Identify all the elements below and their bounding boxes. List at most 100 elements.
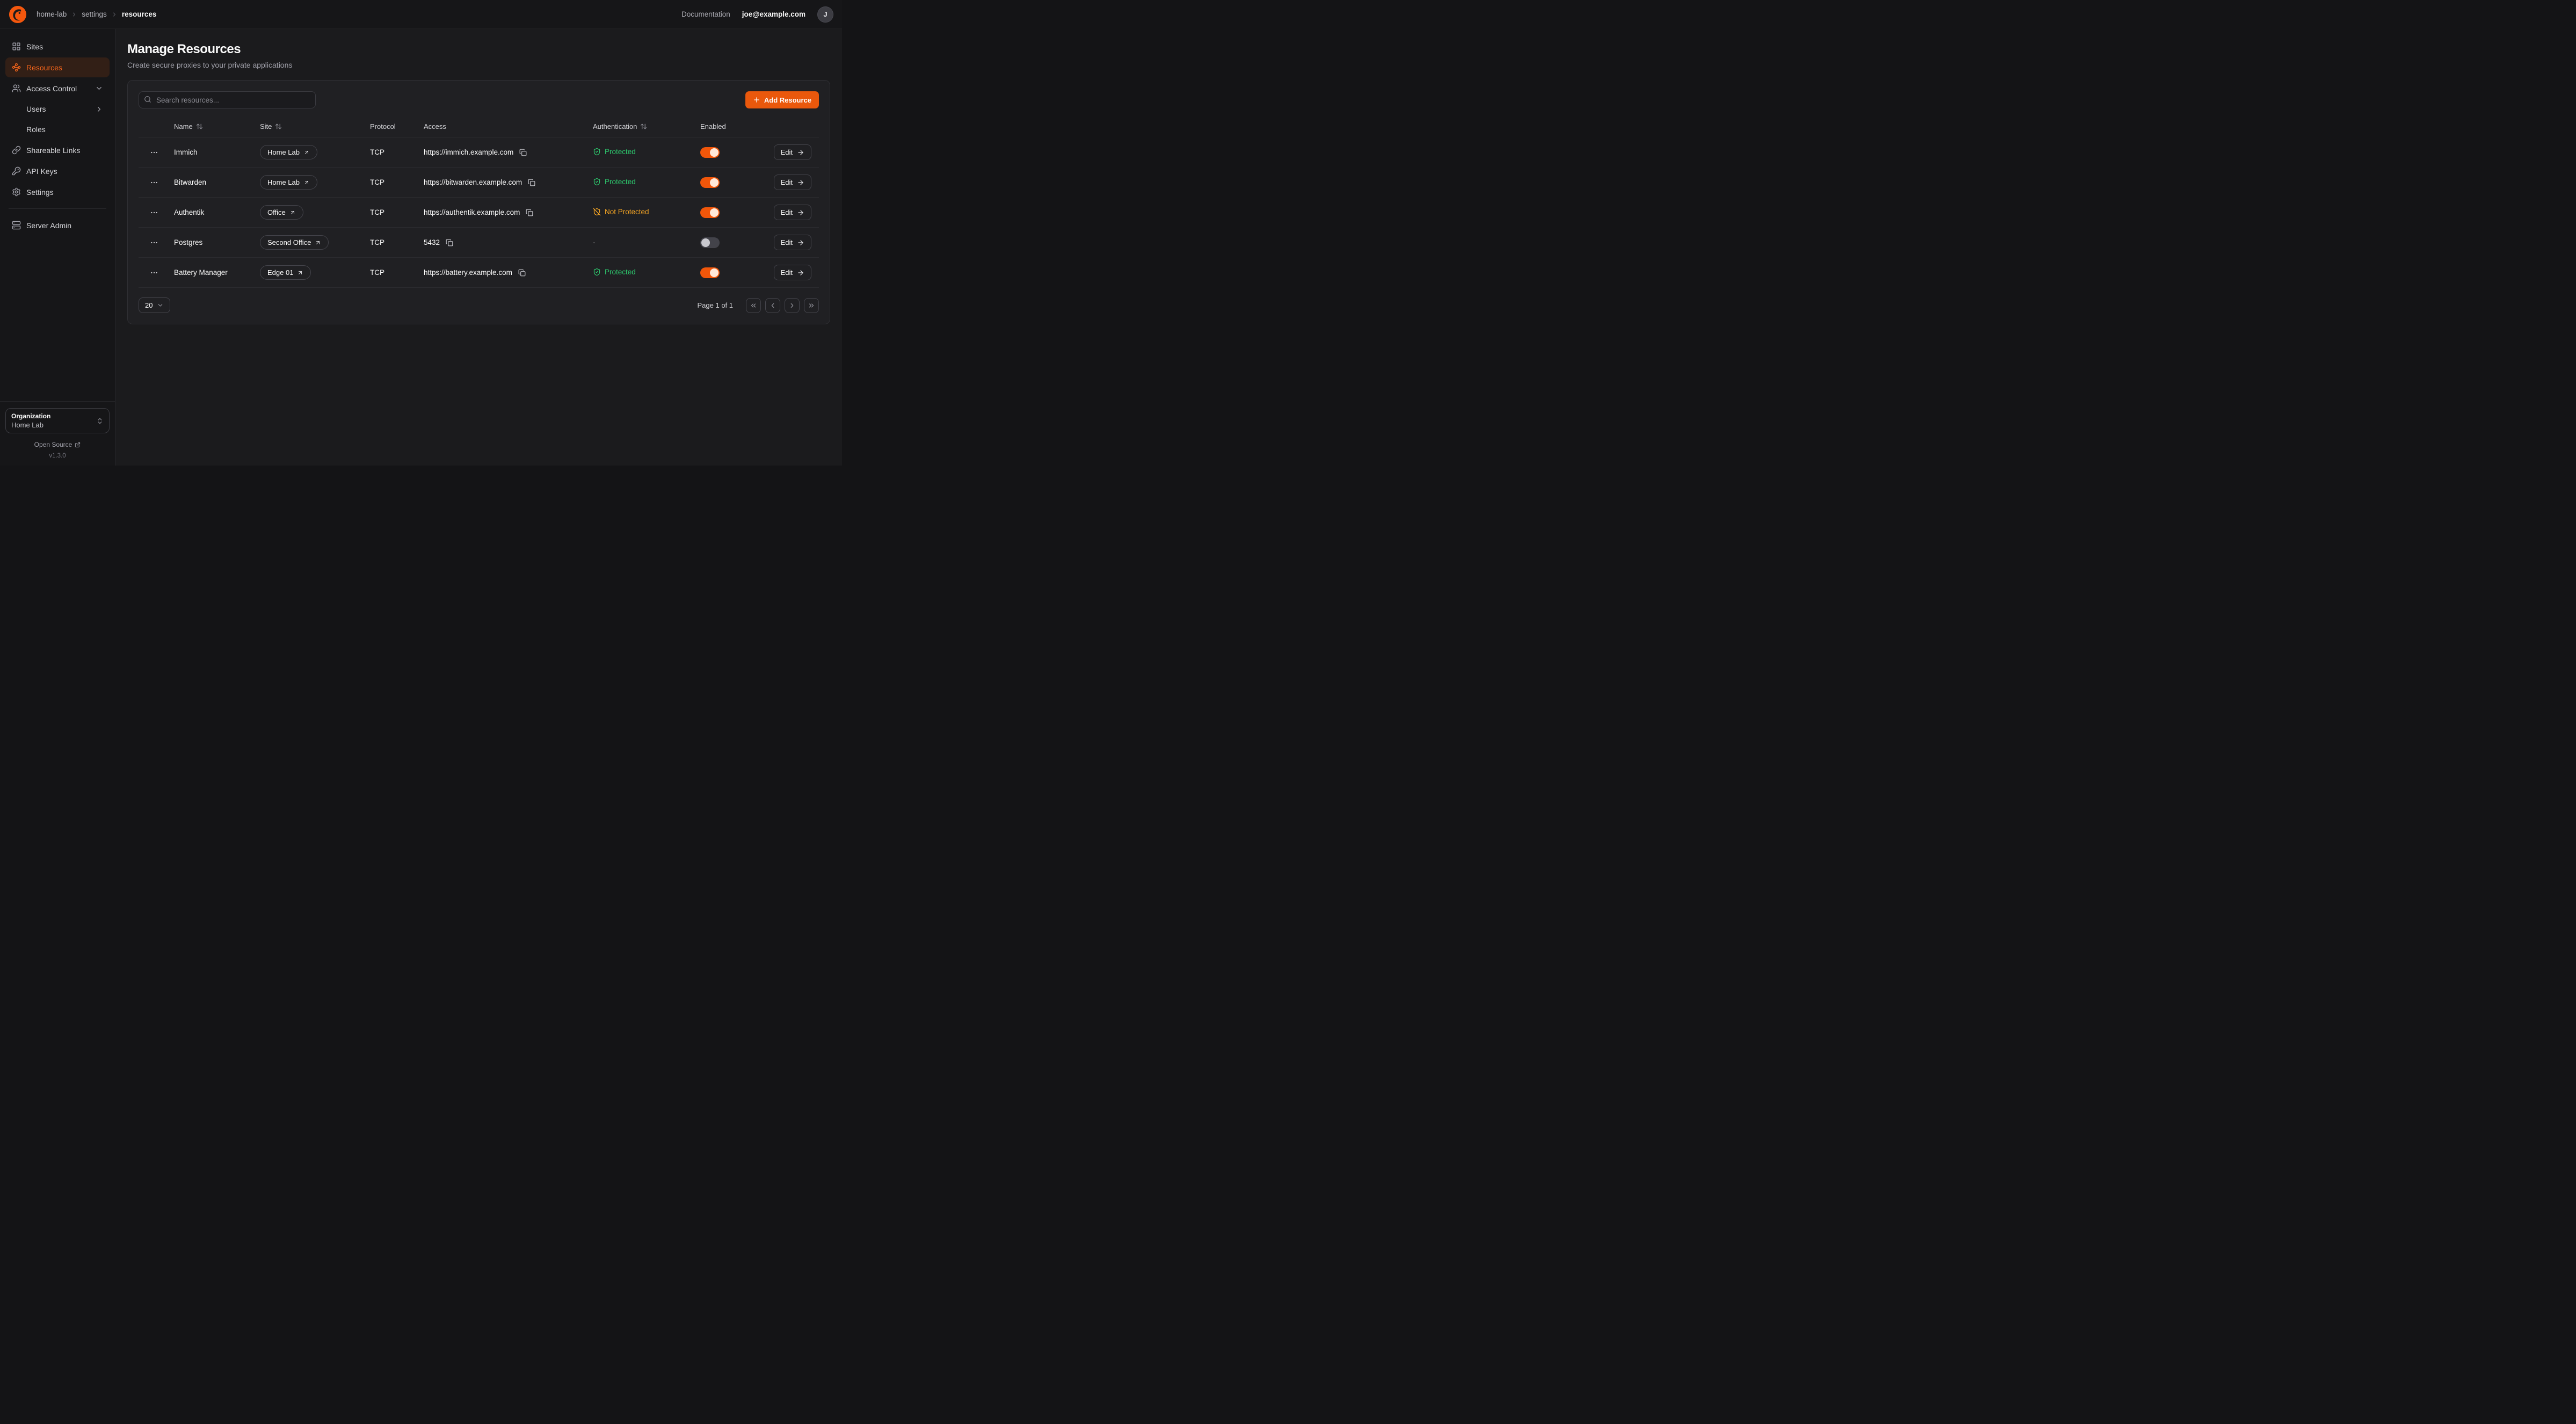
breadcrumb-settings[interactable]: settings xyxy=(82,10,107,18)
toggle-knob xyxy=(701,238,710,247)
column-header-edit xyxy=(755,116,819,137)
shield-check-icon xyxy=(593,268,601,276)
last-page-button[interactable] xyxy=(804,298,819,313)
sidebar-item-api-keys[interactable]: API Keys xyxy=(5,161,110,181)
site-link[interactable]: Home Lab xyxy=(260,175,317,190)
copy-icon[interactable] xyxy=(527,178,536,187)
copy-icon[interactable] xyxy=(517,268,527,278)
auth-status: Not Protected xyxy=(593,208,649,216)
row-actions-button[interactable] xyxy=(148,146,161,159)
enabled-toggle[interactable] xyxy=(700,177,720,188)
next-page-button[interactable] xyxy=(785,298,800,313)
sidebar-item-server-admin[interactable]: Server Admin xyxy=(5,215,110,235)
organization-selector[interactable]: Organization Home Lab xyxy=(5,408,110,433)
first-page-button[interactable] xyxy=(746,298,761,313)
user-email: joe@example.com xyxy=(742,10,806,18)
link-icon xyxy=(12,146,21,155)
breadcrumb-resources[interactable]: resources xyxy=(122,10,157,18)
table-row: Authentik Office TCP https://authentik.e… xyxy=(139,198,819,228)
breadcrumb: home-lab settings resources xyxy=(37,10,156,18)
access-url: https://immich.example.com xyxy=(424,148,513,156)
shield-check-icon xyxy=(593,178,601,186)
edit-button[interactable]: Edit xyxy=(774,175,811,190)
resource-name: Battery Manager xyxy=(174,268,228,277)
chevron-right-icon xyxy=(788,302,796,309)
layout-grid-icon xyxy=(12,42,21,51)
sidebar-item-settings[interactable]: Settings xyxy=(5,182,110,202)
row-actions-button[interactable] xyxy=(148,236,161,249)
chevrons-up-down-icon xyxy=(96,417,104,425)
edit-button[interactable]: Edit xyxy=(774,265,811,280)
breadcrumb-home-lab[interactable]: home-lab xyxy=(37,10,67,18)
site-name: Office xyxy=(267,208,286,216)
toggle-knob xyxy=(710,208,719,217)
page-title: Manage Resources xyxy=(127,42,830,57)
add-resource-button[interactable]: Add Resource xyxy=(745,91,819,108)
edit-button-label: Edit xyxy=(781,178,793,186)
search-input[interactable] xyxy=(139,91,316,108)
copy-icon[interactable] xyxy=(525,208,534,217)
protocol-value: TCP xyxy=(370,238,384,246)
sidebar-item-label: Shareable Links xyxy=(26,146,80,155)
copy-icon[interactable] xyxy=(445,238,454,248)
external-link-icon xyxy=(303,179,310,186)
row-actions-button[interactable] xyxy=(148,206,161,219)
table-row: Battery Manager Edge 01 TCP https://batt… xyxy=(139,258,819,288)
auth-status-label: - xyxy=(593,238,596,246)
resources-card: Add Resource Name xyxy=(127,80,830,324)
sidebar-item-shareable-links[interactable]: Shareable Links xyxy=(5,140,110,160)
documentation-link[interactable]: Documentation xyxy=(681,10,730,18)
row-actions-button[interactable] xyxy=(148,266,161,279)
auth-status: Protected xyxy=(593,178,636,186)
table-row: Postgres Second Office TCP 5432 xyxy=(139,228,819,258)
organization-label: Organization xyxy=(11,412,50,420)
sidebar-item-users[interactable]: Users xyxy=(5,99,110,119)
site-name: Home Lab xyxy=(267,178,300,186)
arrow-right-icon xyxy=(797,179,804,186)
site-link[interactable]: Office xyxy=(260,205,303,220)
edit-button[interactable]: Edit xyxy=(774,205,811,220)
site-link[interactable]: Home Lab xyxy=(260,145,317,159)
enabled-toggle[interactable] xyxy=(700,147,720,158)
access-url: https://battery.example.com xyxy=(424,268,512,277)
ellipsis-icon xyxy=(150,148,158,157)
open-source-link[interactable]: Open Source xyxy=(5,441,110,448)
enabled-toggle[interactable] xyxy=(700,237,720,248)
sidebar-item-access-control[interactable]: Access Control xyxy=(5,78,110,98)
sidebar-item-resources[interactable]: Resources xyxy=(5,57,110,77)
sidebar-item-sites[interactable]: Sites xyxy=(5,37,110,56)
app-logo[interactable] xyxy=(9,5,27,24)
prev-page-button[interactable] xyxy=(765,298,780,313)
enabled-toggle[interactable] xyxy=(700,267,720,278)
site-name: Home Lab xyxy=(267,148,300,156)
chevrons-left-icon xyxy=(750,302,757,309)
protocol-value: TCP xyxy=(370,178,384,186)
edit-button-label: Edit xyxy=(781,268,793,277)
sidebar-item-roles[interactable]: Roles xyxy=(5,120,110,139)
column-header-protocol: Protocol xyxy=(370,122,396,130)
column-header-site[interactable]: Site xyxy=(260,122,282,130)
column-header-access: Access xyxy=(424,122,446,130)
organization-text: Organization Home Lab xyxy=(11,412,50,429)
column-header-authentication[interactable]: Authentication xyxy=(593,122,647,130)
edit-button[interactable]: Edit xyxy=(774,144,811,160)
organization-name: Home Lab xyxy=(11,421,50,429)
edit-button-label: Edit xyxy=(781,238,793,246)
enabled-toggle[interactable] xyxy=(700,207,720,218)
page-size-select[interactable]: 20 xyxy=(139,297,170,313)
copy-icon[interactable] xyxy=(518,148,528,157)
sidebar-item-label: Sites xyxy=(26,42,43,51)
edit-button-label: Edit xyxy=(781,208,793,216)
site-link[interactable]: Edge 01 xyxy=(260,265,311,280)
arrow-right-icon xyxy=(797,149,804,156)
auth-status: Protected xyxy=(593,148,636,156)
edit-button[interactable]: Edit xyxy=(774,235,811,250)
auth-status-label: Protected xyxy=(605,148,636,156)
resources-table-body: Immich Home Lab TCP https://immich.examp… xyxy=(139,137,819,288)
row-actions-button[interactable] xyxy=(148,176,161,189)
page-info: Page 1 of 1 xyxy=(698,301,734,309)
column-header-name[interactable]: Name xyxy=(174,122,203,130)
server-icon xyxy=(12,221,21,230)
user-avatar[interactable]: J xyxy=(817,6,833,23)
site-link[interactable]: Second Office xyxy=(260,235,329,250)
